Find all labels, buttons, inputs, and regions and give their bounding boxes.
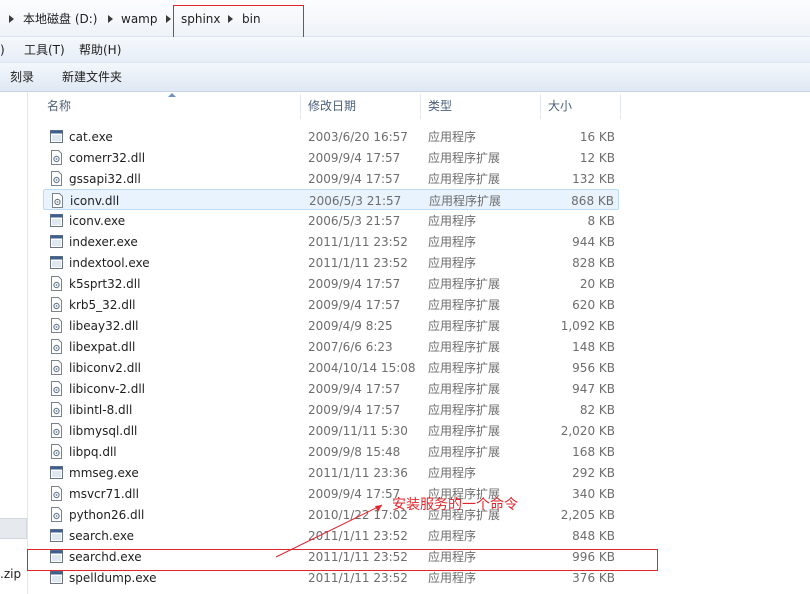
annotation-text: 安装服务的一个命令 (392, 497, 518, 513)
